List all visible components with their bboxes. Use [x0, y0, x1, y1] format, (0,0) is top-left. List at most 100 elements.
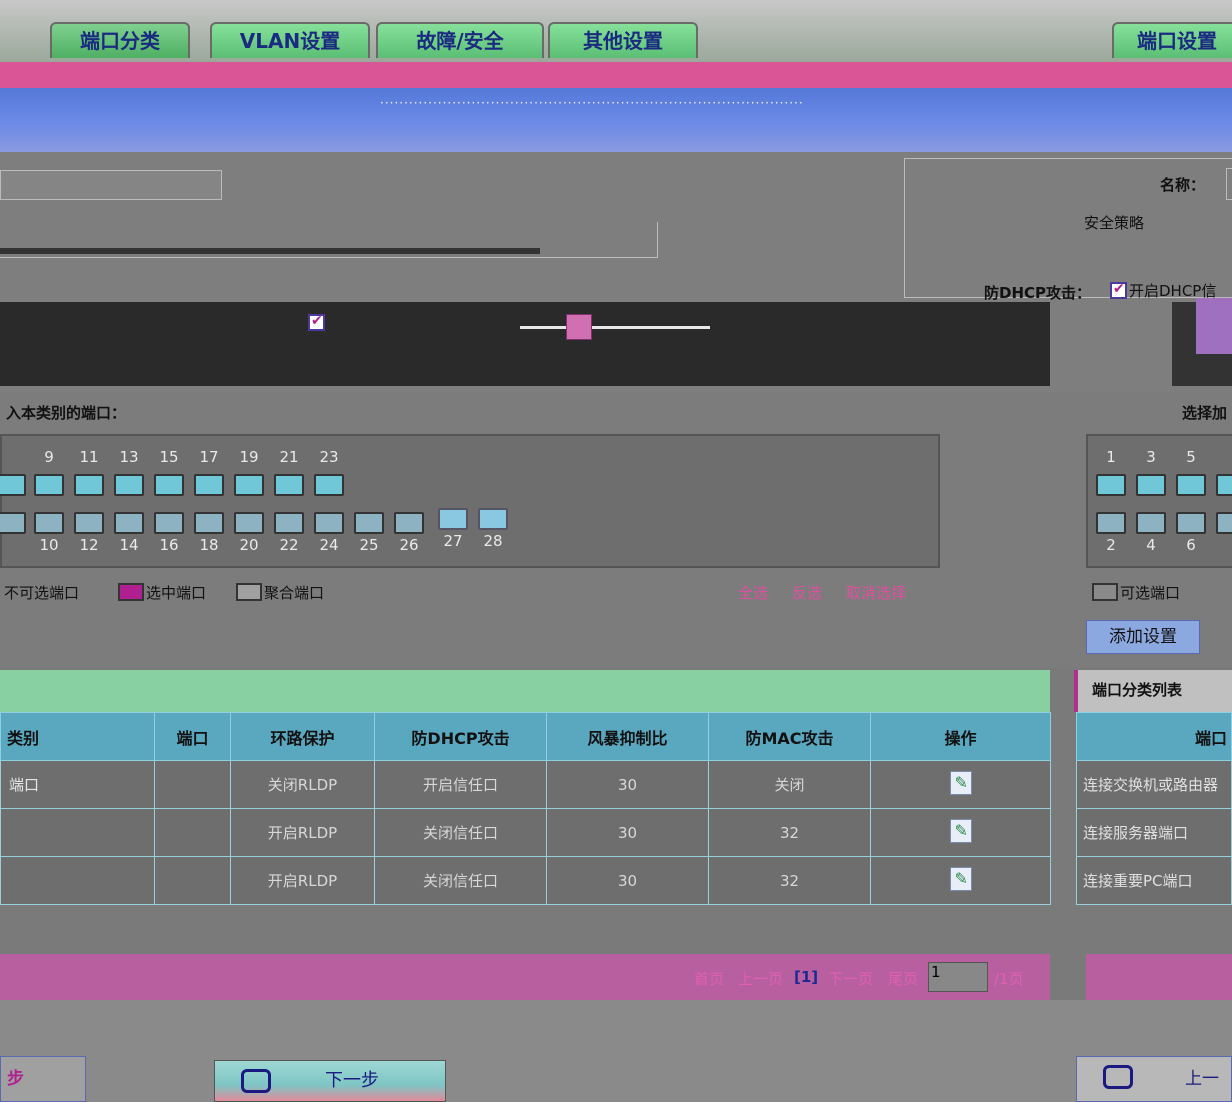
port-number: 21 — [279, 448, 299, 466]
tab-port-category[interactable]: 端口分类 — [50, 22, 190, 58]
cell-dhcp: 关闭信任口 — [374, 808, 547, 857]
port-icon[interactable] — [0, 474, 26, 496]
prev-page-link[interactable]: 上一页 — [738, 968, 783, 989]
port-icon[interactable] — [34, 474, 64, 496]
port-icon[interactable] — [478, 508, 508, 530]
loop-protect-check[interactable] — [308, 313, 327, 332]
list-item[interactable]: 连接交换机或路由器 — [1076, 760, 1232, 809]
port-icon[interactable] — [274, 474, 304, 496]
port-icon[interactable] — [154, 512, 184, 534]
invert-select-link[interactable]: 反选 — [792, 582, 822, 603]
port-number: 25 — [359, 536, 379, 554]
port-icon[interactable] — [314, 512, 344, 534]
port-number: 9 — [44, 448, 54, 466]
port-icon[interactable] — [34, 512, 64, 534]
table-header-row: 类别 端口 环路保护 防DHCP攻击 风暴抑制比 防MAC攻击 操作 — [0, 712, 1051, 761]
side-col-port: 端口 — [1076, 712, 1232, 761]
right-port-panel: 1 3 5 2 4 6 — [1086, 434, 1232, 568]
list-item[interactable]: 连接服务器端口 — [1076, 808, 1232, 857]
side-list-item[interactable]: 连接重要PC端口 — [1076, 856, 1232, 905]
port-icon[interactable] — [1176, 474, 1206, 496]
tab-other-settings[interactable]: 其他设置 — [548, 22, 698, 58]
name-input[interactable] — [1226, 168, 1232, 200]
port-number: 14 — [119, 536, 139, 554]
tab-fault-security[interactable]: 故障/安全 — [376, 22, 544, 58]
footer-area: 步 下一步 上一 — [0, 1000, 1232, 1102]
port-icon[interactable] — [1216, 474, 1232, 496]
port-number: 13 — [119, 448, 139, 466]
right-port-title: 选择加 — [1182, 404, 1228, 422]
cell-dhcp: 开启信任口 — [374, 760, 547, 809]
left-port-panel: 9 11 13 15 17 19 21 23 10 12 14 16 18 20… — [0, 434, 940, 568]
prev-step-button[interactable]: 步 — [0, 1056, 86, 1102]
port-category-table: 类别 端口 环路保护 防DHCP攻击 风暴抑制比 防MAC攻击 操作 端口 关闭… — [0, 712, 1051, 905]
page-number-input[interactable]: 1 — [928, 962, 988, 992]
port-selection-area: 入本类别的端口： 选择加 9 11 13 15 17 19 21 23 10 1… — [0, 392, 1232, 668]
port-icon[interactable] — [394, 512, 424, 534]
port-icon[interactable] — [1136, 512, 1166, 534]
checkbox-icon[interactable] — [308, 313, 325, 331]
pager-bar: 首页 上一页 [1] 下一页 尾页 1 /1页 — [0, 954, 1050, 1000]
port-icon[interactable] — [354, 512, 384, 534]
port-number: 26 — [399, 536, 419, 554]
tab-port-settings[interactable]: 端口设置 — [1112, 22, 1232, 58]
port-number: 18 — [199, 536, 219, 554]
cell-action — [870, 760, 1051, 809]
port-icon[interactable] — [194, 474, 224, 496]
port-selected-icon — [118, 583, 144, 601]
port-icon[interactable] — [114, 512, 144, 534]
port-icon[interactable] — [234, 512, 264, 534]
port-icon[interactable] — [234, 474, 264, 496]
prev-step-button-right[interactable]: 上一 — [1076, 1056, 1232, 1102]
table-row: 开启RLDP 关闭信任口 30 32 — [0, 856, 1051, 905]
port-number: 11 — [79, 448, 99, 466]
select-all-link[interactable]: 全选 — [738, 582, 768, 603]
storm-slider-handle[interactable] — [566, 314, 592, 340]
last-page-link[interactable]: 尾页 — [888, 968, 918, 989]
port-icon[interactable] — [438, 508, 468, 530]
port-icon[interactable] — [1136, 474, 1166, 496]
cell-action — [870, 808, 1051, 857]
next-page-link[interactable]: 下一页 — [828, 968, 873, 989]
port-number: 3 — [1146, 448, 1156, 466]
port-icon[interactable] — [74, 512, 104, 534]
port-icon[interactable] — [1216, 512, 1232, 534]
legend-selected: 选中端口 — [118, 582, 206, 603]
port-icon[interactable] — [1096, 512, 1126, 534]
first-page-link[interactable]: 首页 — [694, 968, 724, 989]
top-tab-bar: 端口分类 VLAN设置 故障/安全 其他设置 端口设置 — [0, 0, 1232, 62]
storm-slider-track[interactable] — [520, 326, 710, 329]
page-total: /1页 — [994, 970, 1024, 988]
tab-vlan-settings[interactable]: VLAN设置 — [210, 22, 370, 58]
edit-icon[interactable] — [949, 866, 972, 891]
port-number: 10 — [39, 536, 59, 554]
list-item[interactable]: 连接重要PC端口 — [1076, 856, 1232, 905]
port-icon[interactable] — [154, 474, 184, 496]
cell-mac: 关闭 — [708, 760, 871, 809]
side-list-item[interactable]: 连接交换机或路由器 — [1076, 760, 1232, 809]
side-list-table: 端口 连接交换机或路由器 连接服务器端口 连接重要PC端口 — [1076, 712, 1232, 905]
category-name-input[interactable] — [0, 170, 222, 200]
port-icon[interactable] — [74, 474, 104, 496]
port-icon[interactable] — [314, 474, 344, 496]
port-icon[interactable] — [0, 512, 26, 534]
port-icon[interactable] — [194, 512, 224, 534]
port-icon[interactable] — [114, 474, 144, 496]
next-step-button[interactable]: 下一步 — [214, 1060, 446, 1102]
checkbox-icon[interactable] — [1110, 281, 1127, 299]
port-icon[interactable] — [1096, 474, 1126, 496]
port-icon[interactable] — [274, 512, 304, 534]
purple-marker — [1196, 298, 1232, 354]
edit-icon[interactable] — [949, 770, 972, 795]
cell-storm: 30 — [546, 760, 709, 809]
port-aggregate-icon — [236, 583, 262, 601]
port-number: 17 — [199, 448, 219, 466]
edit-icon[interactable] — [949, 818, 972, 843]
port-icon[interactable] — [1176, 512, 1206, 534]
port-number: 4 — [1146, 536, 1156, 554]
table-row: 开启RLDP 关闭信任口 30 32 — [0, 808, 1051, 857]
add-setting-button[interactable]: 添加设置 — [1086, 620, 1200, 654]
clear-select-link[interactable]: 取消选择 — [846, 582, 906, 603]
side-list-item[interactable]: 连接服务器端口 — [1076, 808, 1232, 857]
cell-dhcp: 关闭信任口 — [374, 856, 547, 905]
